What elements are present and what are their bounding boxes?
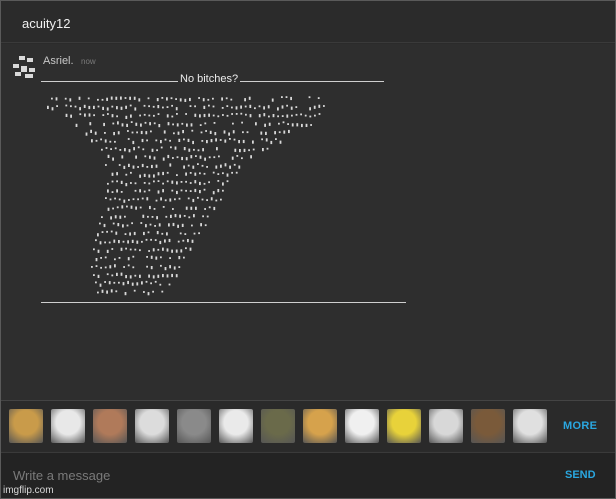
message-caption: No bitches?: [178, 73, 241, 85]
chat-header: acuity12: [1, 1, 615, 43]
message-input[interactable]: [13, 465, 533, 485]
ascii-art-image: [47, 96, 325, 296]
chat-title: acuity12: [22, 16, 71, 31]
pointing-person-icon: [93, 409, 127, 443]
message-composer: SEND: [1, 452, 615, 498]
meme-thumbnail[interactable]: [303, 409, 337, 443]
message-area: Asriel. now No bitches?: [1, 44, 615, 400]
message-timestamp: now: [81, 57, 96, 66]
meme-thumbnail[interactable]: [429, 409, 463, 443]
meme-thumbnail[interactable]: [471, 409, 505, 443]
doge-icon: [303, 409, 337, 443]
laughing-face-icon: [219, 409, 253, 443]
sender-name[interactable]: Asriel.: [43, 55, 74, 67]
avatar[interactable]: [13, 56, 35, 78]
spongebob-icon: [387, 409, 421, 443]
meme-thumbnail[interactable]: [345, 409, 379, 443]
rage-face-icon: [51, 409, 85, 443]
meme-thumbnail-bar: MORE: [1, 400, 615, 451]
derp-face-icon: [345, 409, 379, 443]
meme-thumbnail[interactable]: [9, 409, 43, 443]
cat-meme-icon: [9, 409, 43, 443]
more-button[interactable]: MORE: [563, 420, 597, 432]
angry-cat-icon: [261, 409, 295, 443]
meme-thumbnail[interactable]: [51, 409, 85, 443]
imgflip-watermark: imgflip.com: [3, 485, 54, 496]
meme-thumbnail[interactable]: [219, 409, 253, 443]
meme-thumbnail[interactable]: [513, 409, 547, 443]
disappointed-face-icon: [513, 409, 547, 443]
toasting-man-icon: [471, 409, 505, 443]
meme-thumbnail[interactable]: [387, 409, 421, 443]
pixel-avatar-icon: [13, 56, 35, 78]
caption-divider-bottom: [41, 302, 406, 303]
send-button[interactable]: SEND: [565, 469, 596, 481]
meme-thumbnail[interactable]: [135, 409, 169, 443]
grumpy-cat-icon: [177, 409, 211, 443]
okay-face-icon: [429, 409, 463, 443]
trollface-icon: [135, 409, 169, 443]
meme-thumbnail[interactable]: [93, 409, 127, 443]
meme-thumbnail[interactable]: [177, 409, 211, 443]
meme-thumbnail[interactable]: [261, 409, 295, 443]
